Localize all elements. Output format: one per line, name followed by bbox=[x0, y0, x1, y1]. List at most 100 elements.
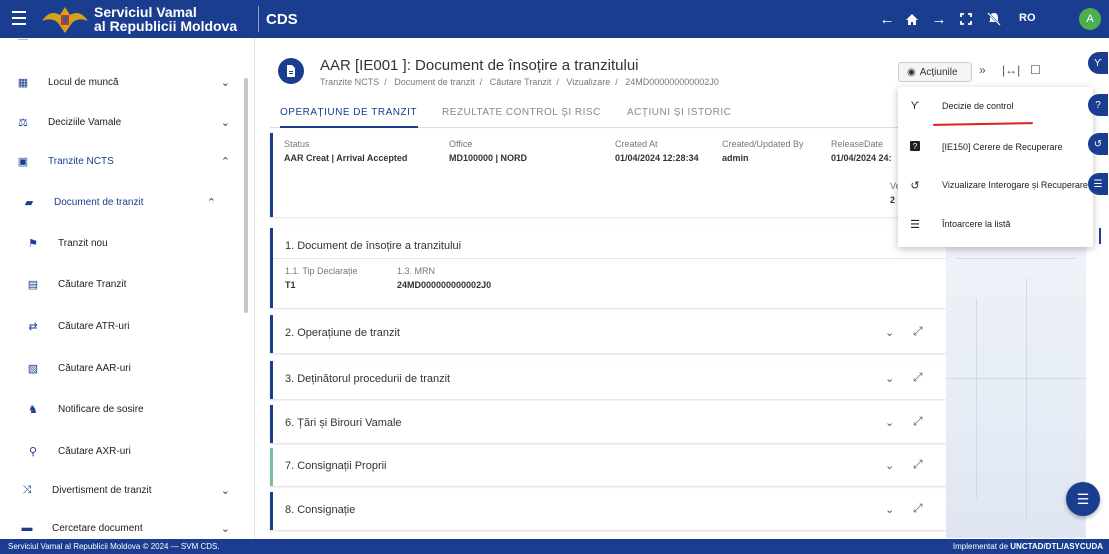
office-label: Office bbox=[449, 139, 473, 149]
sidebar-item-cautare-aar[interactable]: ▧ Căutare AAR-uri bbox=[0, 348, 240, 388]
page-title: AAR [IE001 ]: Document de însoțire a tra… bbox=[320, 57, 639, 74]
section-detinator-procedura[interactable]: 3. Deținătorul procedurii de tranzit ⌄ ⤢ bbox=[270, 361, 946, 399]
language-selector[interactable]: RO bbox=[1019, 12, 1036, 24]
search-document-icon: ▤ bbox=[27, 278, 39, 291]
sidebar-item-label: Notificare de sosire bbox=[58, 403, 144, 415]
section-title[interactable]: 1. Document de însoțire a tranzitului bbox=[285, 240, 461, 252]
background-illustration bbox=[946, 238, 1086, 538]
menu-item-intoarcere-lista[interactable]: ☰ Întoarcere la listă bbox=[898, 205, 1093, 243]
menu-icon[interactable] bbox=[12, 11, 26, 25]
breadcrumb-item[interactable]: Document de tranzit bbox=[394, 77, 475, 87]
svg-text:?: ? bbox=[913, 142, 918, 151]
rail-control-decision-icon[interactable]: ϒ bbox=[1088, 52, 1108, 74]
sidebar-item-cercetare-document[interactable]: ▬ Cercetare document ⌄ bbox=[0, 508, 240, 539]
tab-actiuni-istoric[interactable]: ACȚIUNI ȘI ISTORIC bbox=[627, 107, 731, 118]
top-bar: Serviciul Vamal al Republicii Moldova CD… bbox=[0, 0, 1109, 38]
chevron-down-icon[interactable]: ⌄ bbox=[885, 416, 894, 429]
rail-help-icon[interactable]: ? bbox=[1088, 94, 1108, 116]
list-icon: ☰ bbox=[910, 218, 920, 231]
tab-operatiune-de-tranzit[interactable]: OPERAȚIUNE DE TRANZIT bbox=[280, 107, 417, 118]
chevron-down-icon[interactable]: ⌄ bbox=[885, 326, 894, 339]
eye-icon: ◉ bbox=[907, 66, 916, 78]
user-avatar[interactable]: A bbox=[1079, 8, 1101, 30]
sidebar-item-deciziile-vamale[interactable]: ⚖ Deciziile Vamale ⌄ bbox=[0, 102, 240, 142]
sidebar-item-cautare-atr[interactable]: ⇄ Căutare ATR-uri bbox=[0, 306, 240, 346]
chevron-down-icon: ⌄ bbox=[220, 116, 230, 129]
actions-button-label: Acțiunile bbox=[919, 66, 958, 78]
expand-icon[interactable]: ⤢ bbox=[913, 370, 923, 385]
section-title: 6. Țări și Birouri Vamale bbox=[285, 417, 402, 429]
rail-indicator bbox=[1099, 228, 1101, 244]
section-divider bbox=[273, 258, 946, 259]
section-title: 2. Operațiune de tranzit bbox=[285, 327, 400, 339]
field-value: T1 bbox=[285, 280, 296, 290]
truck-icon: ▰ bbox=[24, 196, 34, 209]
rail-history-icon[interactable]: ↺ bbox=[1088, 133, 1108, 155]
expand-icon[interactable]: ⤢ bbox=[913, 457, 923, 472]
maximize-icon[interactable]: ☐ bbox=[1030, 63, 1041, 77]
axr-icon: ⚲ bbox=[28, 445, 38, 458]
section-consignatii-proprii[interactable]: 7. Consignații Proprii ⌄ ⤢ bbox=[270, 448, 946, 486]
expand-icon[interactable]: ⤢ bbox=[913, 324, 923, 339]
created-at-value: 01/04/2024 12:28:34 bbox=[615, 153, 699, 163]
chevron-down-icon[interactable]: ⌄ bbox=[885, 503, 894, 516]
arrow-right-icon[interactable]: → bbox=[930, 10, 948, 28]
fullscreen-icon[interactable] bbox=[957, 10, 975, 28]
history-icon: ↺ bbox=[910, 179, 920, 192]
workplace-icon: ▦ bbox=[17, 76, 29, 89]
sidebar-scrollbar[interactable] bbox=[244, 78, 248, 313]
chevron-down-icon[interactable]: ⌄ bbox=[885, 372, 894, 385]
background-line bbox=[976, 298, 977, 498]
topbar-divider bbox=[258, 6, 259, 32]
menu-item-decizie-control[interactable]: ϒ Decizie de control bbox=[898, 87, 1093, 125]
expand-icon[interactable]: ⤢ bbox=[913, 501, 923, 516]
breadcrumb-item: 24MD000000000002J0 bbox=[625, 77, 719, 87]
background-line bbox=[956, 258, 1076, 259]
notifications-off-icon[interactable] bbox=[985, 10, 1003, 28]
aar-icon: ▧ bbox=[27, 362, 39, 375]
menu-item-vizualizare-interogare[interactable]: ↺ Vizualizare Interogare și Recuperare bbox=[898, 166, 1093, 204]
sidebar-item-tranzite-ncts[interactable]: ▣ Tranzite NCTS ⌃ bbox=[0, 141, 240, 181]
arrow-left-icon[interactable]: ← bbox=[878, 10, 896, 28]
release-date-value: 01/04/2024 24: bbox=[831, 153, 892, 163]
tab-rezultate-control[interactable]: REZULTATE CONTROL ȘI RISC bbox=[442, 107, 601, 118]
chevron-down-icon[interactable]: ⌄ bbox=[885, 459, 894, 472]
section-tari-birouri[interactable]: 6. Țări și Birouri Vamale ⌄ ⤢ bbox=[270, 405, 946, 443]
menu-item-cerere-recuperare[interactable]: ? [IE150] Cerere de Recuperare bbox=[898, 128, 1093, 166]
floating-menu-button[interactable]: ☰ bbox=[1066, 482, 1100, 516]
home-icon[interactable] bbox=[903, 10, 921, 28]
breadcrumb-item[interactable]: Vizualizare bbox=[566, 77, 610, 87]
field-label: 1.1. Tip Declarație bbox=[285, 266, 358, 276]
section-consignatie[interactable]: 8. Consignație ⌄ ⤢ bbox=[270, 492, 946, 530]
section-title: 3. Deținătorul procedurii de tranzit bbox=[285, 373, 451, 385]
sidebar-item-cautare-tranzit[interactable]: ▤ Căutare Tranzit bbox=[0, 264, 240, 304]
brand-line-1: Serviciul Vamal bbox=[94, 4, 197, 20]
diversion-icon: ⤨ bbox=[22, 483, 32, 496]
sidebar-item-label: Tranzit nou bbox=[58, 237, 108, 249]
new-transit-icon: ⚑ bbox=[28, 237, 38, 250]
sidebar-item-divertisment[interactable]: ⤨ Divertisment de tranzit ⌄ bbox=[0, 470, 240, 510]
sidebar-item-cautare-axr[interactable]: ⚲ Căutare AXR-uri bbox=[0, 431, 240, 471]
created-by-value: admin bbox=[722, 153, 749, 163]
decisions-icon: ⚖ bbox=[18, 116, 28, 129]
expand-icon[interactable]: ⤢ bbox=[913, 414, 923, 429]
coat-of-arms-icon bbox=[42, 7, 88, 33]
created-by-label: Created/Updated By bbox=[722, 139, 804, 149]
sidebar-item-document-de-tranzit[interactable]: ▰ Document de tranzit ⌃ bbox=[0, 182, 240, 222]
sidebar-partial-item: — bbox=[18, 38, 28, 45]
collapse-all-icon[interactable]: » bbox=[979, 63, 986, 77]
sidebar-item-locul-de-munca[interactable]: ▦ Locul de muncă ⌄ bbox=[0, 62, 240, 102]
status-value: AAR Creat | Arrival Accepted bbox=[284, 153, 408, 163]
footer-credits-org[interactable]: UNCTAD/DTL/ASYCUDA bbox=[1010, 542, 1103, 551]
section-operatiune-tranzit[interactable]: 2. Operațiune de tranzit ⌄ ⤢ bbox=[270, 315, 946, 353]
sidebar-item-label: Căutare AAR-uri bbox=[58, 362, 131, 374]
rail-list-icon[interactable]: ☰ bbox=[1088, 173, 1108, 195]
sidebar-item-tranzit-nou[interactable]: ⚑ Tranzit nou bbox=[0, 223, 240, 263]
expand-width-icon[interactable]: |↔| bbox=[1002, 63, 1020, 77]
actions-button[interactable]: ◉ Acțiunile bbox=[898, 62, 972, 82]
arrival-icon: ♞ bbox=[28, 403, 38, 416]
breadcrumb-item[interactable]: Tranzite NCTS bbox=[320, 77, 379, 87]
menu-item-label: [IE150] Cerere de Recuperare bbox=[942, 142, 1063, 152]
sidebar-item-notificare-sosire[interactable]: ♞ Notificare de sosire bbox=[0, 389, 240, 429]
breadcrumb-item[interactable]: Căutare Tranzit bbox=[490, 77, 552, 87]
